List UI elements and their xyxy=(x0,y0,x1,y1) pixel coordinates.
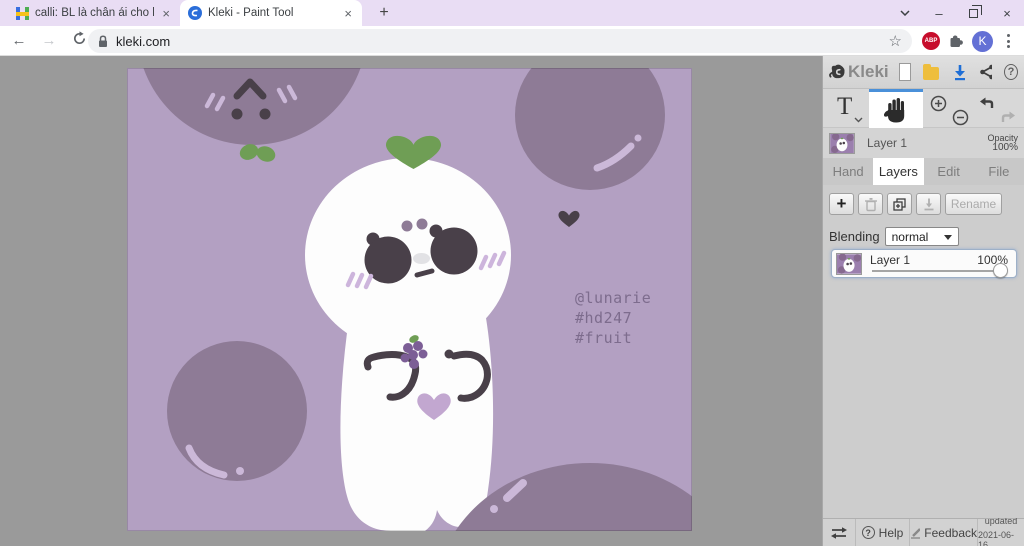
grape-bottom-left xyxy=(167,341,307,481)
chrome-menu-icon[interactable] xyxy=(1001,34,1016,48)
merge-down-icon xyxy=(924,198,933,210)
slider-knob[interactable] xyxy=(993,263,1008,278)
extensions-area: ABP K xyxy=(922,26,1024,56)
tab-calli[interactable]: calli: BL là chân ái cho hỏi mấy bạ × xyxy=(8,0,180,26)
add-layer-button[interactable]: + xyxy=(829,193,854,215)
paint-canvas[interactable]: @lunarie #hd247 #fruit xyxy=(127,68,692,531)
layer-opacity-slider[interactable] xyxy=(872,263,1008,278)
canvas-workspace: @lunarie #hd247 #fruit xyxy=(0,56,822,546)
window-controls: – × xyxy=(888,0,1024,26)
zoom-in-button[interactable] xyxy=(930,95,947,112)
back-button[interactable]: ← xyxy=(6,32,32,49)
tab-search-icon[interactable] xyxy=(888,0,922,26)
credit-tag1: #hd247 xyxy=(575,309,632,327)
profile-avatar[interactable]: K xyxy=(972,30,993,52)
tab-file[interactable]: File xyxy=(974,158,1024,185)
browser-toolbar: ← → kleki.com ☆ ABP K xyxy=(0,26,1024,56)
new-tab-button[interactable]: + xyxy=(374,3,394,23)
sidebar-footer: ? Help Feedback updated 2021-06-16 xyxy=(823,516,1024,546)
adblock-extension-icon[interactable]: ABP xyxy=(922,32,940,50)
kleki-logo-icon xyxy=(829,64,845,79)
credit-handle: @lunarie xyxy=(575,289,651,307)
text-tool-button[interactable]: T xyxy=(831,90,863,127)
tab-kleki[interactable]: Kleki - Paint Tool × xyxy=(180,0,362,26)
close-tab-icon[interactable]: × xyxy=(342,6,354,21)
active-layer-name: Layer 1 xyxy=(867,136,908,150)
trash-icon xyxy=(864,197,877,211)
tab-title: Kleki - Paint Tool xyxy=(208,7,294,19)
swap-layout-button[interactable] xyxy=(823,519,855,546)
chevron-down-icon xyxy=(854,117,863,123)
layer-preview-row[interactable]: Layer 1 Opacity 100% xyxy=(823,128,1024,158)
bookmark-star-icon[interactable]: ☆ xyxy=(889,32,902,50)
share-button[interactable] xyxy=(979,64,993,80)
open-file-button[interactable] xyxy=(922,64,939,80)
close-window-button[interactable]: × xyxy=(990,0,1024,26)
download-button[interactable] xyxy=(952,64,966,81)
opacity-readout: Opacity 100% xyxy=(987,133,1018,153)
kleki-sidebar: Kleki ? T Layer 1 Opacity 100% Hand Laye… xyxy=(822,56,1024,546)
help-icon: ? xyxy=(861,526,875,539)
hand-tool-button[interactable] xyxy=(869,89,923,128)
forward-button[interactable]: → xyxy=(36,32,62,49)
pencil-icon xyxy=(911,527,921,539)
app-header: Kleki ? xyxy=(823,56,1024,89)
hand-icon xyxy=(884,98,905,123)
extensions-puzzle-icon[interactable] xyxy=(948,33,964,49)
undo-button[interactable] xyxy=(977,96,995,110)
tab-layers[interactable]: Layers xyxy=(873,158,924,185)
address-bar[interactable]: kleki.com ☆ xyxy=(88,29,912,53)
duplicate-layer-button[interactable] xyxy=(887,193,912,215)
tab-edit[interactable]: Edit xyxy=(924,158,974,185)
kleki-favicon xyxy=(188,6,202,20)
layers-panel: + Rename Blending normal Layer 1 100% xyxy=(823,185,1024,518)
tool-row: T xyxy=(823,89,1024,128)
zoom-out-button[interactable] xyxy=(952,109,969,126)
duplicate-icon xyxy=(893,197,906,211)
tab-hand[interactable]: Hand xyxy=(823,158,873,185)
url-text[interactable]: kleki.com xyxy=(116,34,889,49)
delete-layer-button[interactable] xyxy=(858,193,883,215)
blending-select[interactable]: normal xyxy=(884,227,959,246)
sidebar-tabs: Hand Layers Edit File xyxy=(823,158,1024,185)
redo-button[interactable] xyxy=(1000,110,1018,124)
layer-actions: + Rename xyxy=(829,193,1002,215)
merge-layer-button[interactable] xyxy=(916,193,941,215)
footer-feedback-button[interactable]: Feedback xyxy=(909,519,977,546)
app-brand: Kleki xyxy=(847,62,889,81)
blending-label: Blending xyxy=(829,229,880,244)
lock-icon xyxy=(99,35,107,47)
layer-list-item[interactable]: Layer 1 100% xyxy=(831,249,1017,278)
blending-row: Blending normal xyxy=(829,227,959,246)
footer-help-button[interactable]: ? Help xyxy=(855,519,909,546)
credit-tag2: #fruit xyxy=(575,329,632,347)
updated-info: updated 2021-06-16 xyxy=(977,516,1024,546)
layer-thumbnail xyxy=(829,132,855,154)
calli-favicon xyxy=(16,6,29,20)
help-button[interactable]: ? xyxy=(1004,64,1018,80)
new-image-button[interactable] xyxy=(898,63,911,81)
browser-window: calli: BL là chân ái cho hỏi mấy bạ × Kl… xyxy=(0,0,1024,546)
swap-arrows-icon xyxy=(831,526,847,539)
restore-button[interactable] xyxy=(956,0,990,26)
layer-item-thumbnail xyxy=(836,253,862,275)
rename-layer-button[interactable]: Rename xyxy=(945,193,1002,215)
right-eye xyxy=(430,227,478,275)
restore-icon xyxy=(968,4,982,18)
minimize-button[interactable]: – xyxy=(922,0,956,26)
tab-title: calli: BL là chân ái cho hỏi mấy bạ xyxy=(35,7,154,19)
close-tab-icon[interactable]: × xyxy=(160,6,172,21)
tab-strip: calli: BL là chân ái cho hỏi mấy bạ × Kl… xyxy=(0,0,1024,26)
layer-item-name: Layer 1 xyxy=(870,253,911,267)
